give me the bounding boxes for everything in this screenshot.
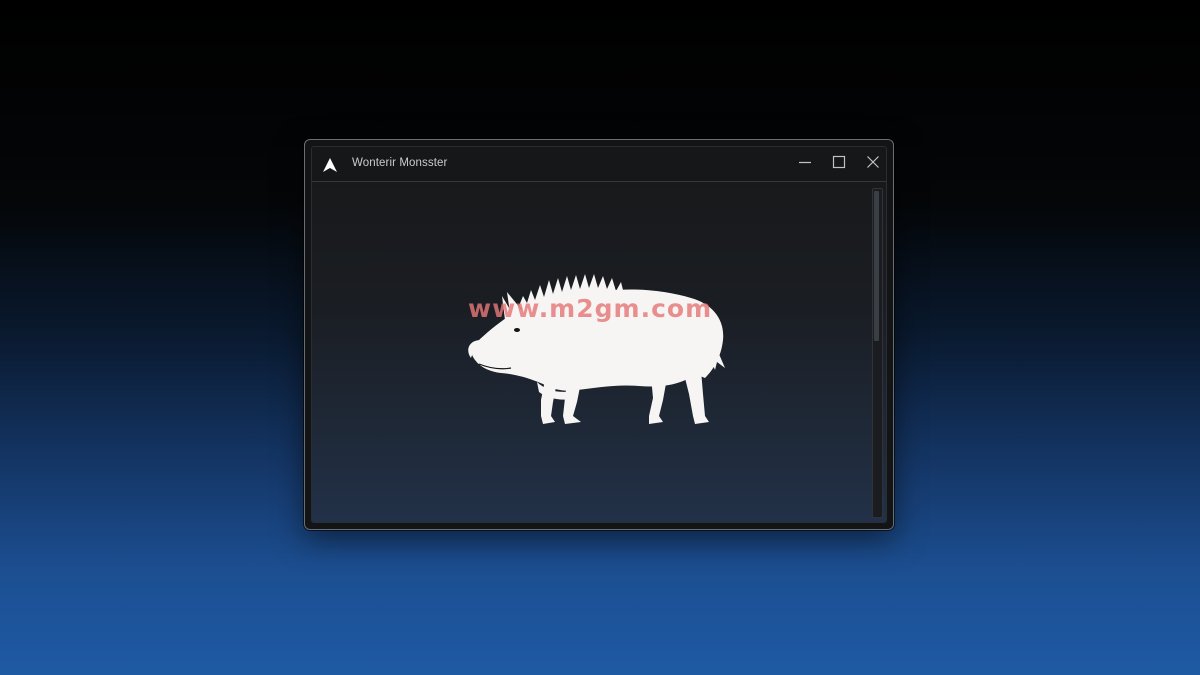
- arrow-logo-icon: [322, 157, 338, 173]
- watermark-text: www.m2gm.com: [468, 294, 713, 323]
- close-icon: [866, 155, 880, 174]
- maximize-icon: [832, 155, 846, 174]
- window-title: Wonterir Monsster: [352, 157, 448, 169]
- title-bar[interactable]: Wonterir Monsster: [312, 147, 886, 182]
- maximize-button[interactable]: [826, 151, 852, 177]
- minimize-button[interactable]: [792, 151, 818, 177]
- window-frame: Wonterir Monsster www.m2gm.com: [311, 146, 887, 523]
- minimize-icon: [798, 155, 812, 174]
- scrollbar-thumb[interactable]: [874, 191, 879, 341]
- content-area: www.m2gm.com: [312, 182, 886, 522]
- vertical-scrollbar[interactable]: [872, 188, 883, 518]
- app-window: Wonterir Monsster www.m2gm.com: [304, 139, 894, 530]
- close-button[interactable]: [860, 151, 886, 177]
